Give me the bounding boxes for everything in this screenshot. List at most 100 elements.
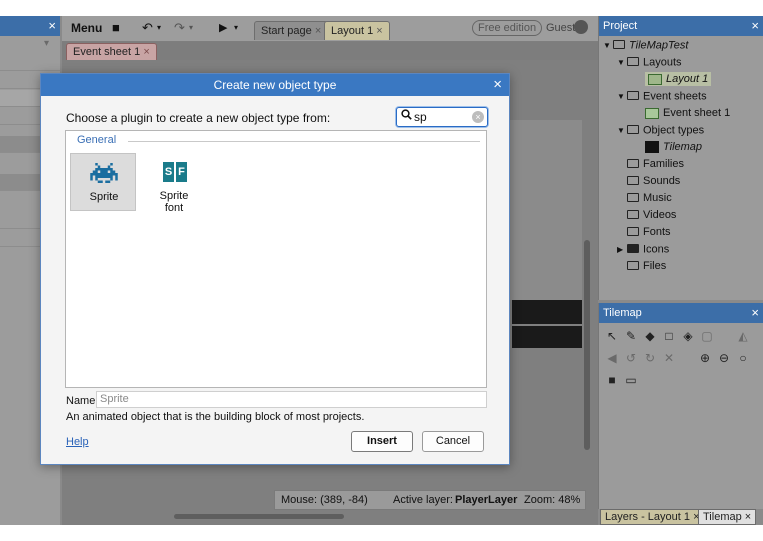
square-outline-icon[interactable]: ▢ — [698, 327, 716, 345]
tree-item-event-sheet-1[interactable]: Event sheet 1 — [603, 105, 763, 122]
mouse-position: Mouse: (389, -84) — [281, 494, 368, 506]
dialog-title-bar: Create new object type × — [41, 74, 509, 96]
close-icon[interactable]: × — [315, 25, 321, 37]
folder-icon[interactable]: ▭ — [622, 371, 640, 389]
tilemap-panel: Tilemap × ↖ ✎ ◆ □ ◈ ▢ ◭ ◀ ↺ ↻ ✕ ⊕ ⊖ ○ ■ … — [598, 303, 763, 509]
chevron-down-icon[interactable]: ▾ — [157, 20, 161, 36]
search-input[interactable] — [414, 109, 469, 125]
folder-icon — [627, 57, 639, 66]
clear-search-icon[interactable]: × — [472, 111, 484, 123]
close-icon[interactable]: × — [48, 18, 56, 33]
sprite-font-icon: S F — [163, 162, 187, 182]
flip-horizontal-icon[interactable]: ◭ — [734, 327, 752, 345]
close-icon[interactable]: × — [143, 46, 149, 58]
plugin-sprite-font[interactable]: S F Sprite font — [141, 153, 207, 214]
rotate-ccw-icon[interactable]: ↺ — [622, 349, 640, 367]
plugin-label: Sprite — [89, 191, 119, 203]
expanded-triangle-icon[interactable]: ▼ — [617, 122, 627, 139]
close-icon[interactable]: × — [751, 303, 759, 323]
cancel-button[interactable]: Cancel — [422, 431, 484, 452]
chevron-down-icon[interactable]: ▾ — [44, 38, 49, 49]
tab-event-sheet-1[interactable]: Event sheet 1 × — [66, 43, 157, 60]
eraser-icon[interactable]: ◆ — [641, 327, 659, 345]
save-icon[interactable]: ■ — [112, 20, 120, 36]
zoom-in-icon[interactable]: ⊕ — [696, 349, 714, 367]
main-toolbar: Menu ■ ↶ ▾ ↷ ▾ ▶ ▾ Start page × Layout 1… — [62, 16, 598, 42]
close-icon[interactable]: × — [376, 25, 382, 37]
rotate-cw-icon[interactable]: ↻ — [641, 349, 659, 367]
tab-layout-1[interactable]: Layout 1 × — [324, 21, 390, 40]
layout-icon — [648, 73, 662, 85]
tilemap-object-icon — [645, 141, 659, 154]
expanded-triangle-icon[interactable]: ▼ — [617, 88, 627, 105]
tile-region — [512, 326, 582, 348]
close-icon[interactable]: × — [745, 511, 751, 523]
plugin-description: An animated object that is the building … — [66, 411, 365, 423]
save-icon[interactable]: ■ — [603, 371, 621, 389]
tree-item-tilemap[interactable]: Tilemap — [603, 139, 763, 156]
horizontal-scrollbar[interactable] — [174, 514, 344, 519]
plugin-group-label: General — [77, 134, 121, 146]
project-panel-header: Project × — [599, 16, 763, 36]
tab-start-page[interactable]: Start page × — [254, 21, 329, 40]
flip-vertical-icon[interactable]: ◀ — [603, 349, 621, 367]
plugin-sprite[interactable]: Sprite — [70, 153, 136, 211]
folder-icon — [627, 125, 639, 134]
redo-icon[interactable]: ↷ — [174, 20, 185, 36]
tab-layers[interactable]: Layers - Layout 1 × — [600, 509, 705, 525]
play-icon[interactable]: ▶ — [219, 20, 227, 36]
tree-item-layout-1[interactable]: Layout 1 — [603, 71, 763, 88]
tree-item-videos[interactable]: Videos — [603, 207, 763, 224]
plugin-search-box[interactable]: × — [396, 107, 488, 127]
vertical-scrollbar[interactable] — [584, 240, 590, 450]
folder-icon — [613, 40, 625, 49]
tree-item-files[interactable]: Files — [603, 258, 763, 275]
expanded-triangle-icon[interactable]: ▼ — [617, 54, 627, 71]
user-avatar-icon[interactable] — [574, 20, 588, 34]
tilemap-panel-header: Tilemap × — [599, 303, 763, 323]
folder-icon — [627, 175, 639, 185]
close-icon[interactable]: × — [751, 16, 759, 36]
chevron-down-icon[interactable]: ▾ — [234, 20, 238, 36]
fill-bucket-icon[interactable]: ◈ — [679, 327, 697, 345]
tree-item-event-sheets[interactable]: ▼ Event sheets — [603, 88, 763, 105]
name-field[interactable]: Sprite — [96, 391, 487, 408]
tree-item-project[interactable]: ▼ TileMapTest — [603, 37, 763, 54]
pencil-icon[interactable]: ✎ — [622, 327, 640, 345]
search-icon — [401, 109, 412, 123]
left-panel-row — [0, 54, 60, 71]
folder-icon — [627, 91, 639, 100]
tree-item-music[interactable]: Music — [603, 190, 763, 207]
help-link[interactable]: Help — [66, 436, 89, 448]
tab-tilemap[interactable]: Tilemap × — [698, 509, 757, 525]
panel-title: Tilemap — [603, 307, 642, 319]
expanded-triangle-icon[interactable]: ▼ — [603, 37, 613, 54]
tab-label: Start page — [261, 25, 312, 37]
tree-item-sounds[interactable]: Sounds — [603, 173, 763, 190]
tree-item-icons[interactable]: ▶ Icons — [603, 241, 763, 258]
tree-item-families[interactable]: Families — [603, 156, 763, 173]
collapsed-triangle-icon[interactable]: ▶ — [617, 241, 627, 258]
insert-button[interactable]: Insert — [351, 431, 413, 452]
rectangle-icon[interactable]: □ — [660, 327, 678, 345]
chevron-down-icon[interactable]: ▾ — [189, 20, 193, 36]
edition-badge[interactable]: Free edition — [472, 20, 543, 36]
cursor-icon[interactable]: ↖ — [603, 327, 621, 345]
tree-item-fonts[interactable]: Fonts — [603, 224, 763, 241]
zoom-out-icon[interactable]: ⊖ — [715, 349, 733, 367]
user-name[interactable]: Guest — [546, 22, 575, 34]
status-bar: Mouse: (389, -84) Active layer: PlayerLa… — [274, 490, 586, 510]
folder-icon — [627, 226, 639, 236]
dialog-title: Create new object type — [213, 78, 337, 92]
space-invader-icon — [90, 163, 118, 183]
tab-label: Event sheet 1 — [73, 46, 141, 58]
tree-item-object-types[interactable]: ▼ Object types — [603, 122, 763, 139]
undo-icon[interactable]: ↶ — [142, 20, 153, 36]
clear-icon[interactable]: ✕ — [660, 349, 678, 367]
plugin-list[interactable]: General Sprite S F Sprite font — [65, 130, 487, 388]
tree-item-layouts[interactable]: ▼ Layouts — [603, 54, 763, 71]
menu-button[interactable]: Menu — [66, 19, 107, 38]
close-icon[interactable]: × — [493, 74, 502, 96]
zoom-icon[interactable]: ○ — [734, 349, 752, 367]
panel-title: Project — [603, 20, 638, 32]
